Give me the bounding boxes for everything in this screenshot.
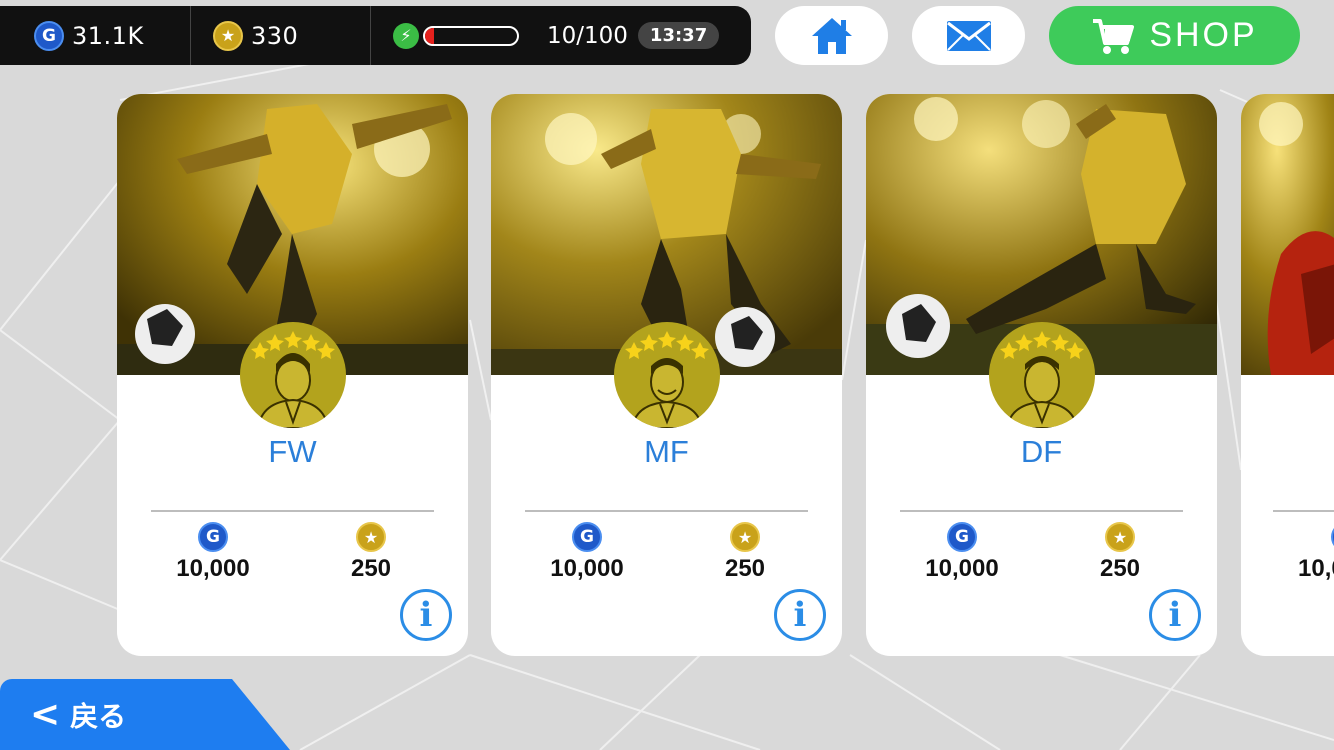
position-label: DF [1020, 434, 1063, 469]
coin-price: ★ 250 [1050, 522, 1190, 583]
gp-price: G 10,0 [1281, 522, 1334, 583]
coin-price-value: 250 [1099, 555, 1141, 582]
coin-price: ★ 250 [301, 522, 441, 583]
manager-avatar [988, 322, 1095, 428]
energy-bar-fill [425, 27, 435, 44]
gold-coin-icon: ★ [356, 522, 386, 552]
scout-card-fw[interactable]: FW G 10,000 ★ 250 i [117, 94, 468, 656]
gp-price: G 10,000 [892, 522, 1032, 583]
energy-timer: 13:37 [637, 22, 720, 49]
cart-icon [1093, 18, 1135, 54]
info-button[interactable]: i [400, 589, 452, 641]
player-photo [1241, 94, 1334, 375]
scout-card-partial[interactable]: G 10,0 [1241, 94, 1334, 656]
gp-coin-icon: G [198, 522, 228, 552]
coin-price: ★ 250 [675, 522, 815, 583]
coin-balance: ★ 330 [191, 6, 371, 65]
energy-meter: ⚡ 10/100 13:37 [371, 6, 751, 65]
position-label: MF [644, 434, 689, 469]
lightning-icon: ⚡ [393, 22, 419, 49]
home-button[interactable] [775, 6, 888, 65]
energy-bar [423, 25, 519, 46]
mail-icon [946, 20, 991, 51]
mail-button[interactable] [912, 6, 1025, 65]
divider [1273, 510, 1334, 512]
gp-coin-icon: G [947, 522, 977, 552]
divider [900, 510, 1183, 512]
coin-balance-value: 330 [251, 21, 299, 50]
back-label: 戻る [70, 699, 127, 733]
coin-price-value: 250 [350, 555, 392, 582]
gp-price-value: 10,000 [925, 555, 999, 582]
manager-avatar [613, 322, 720, 428]
gp-price-value: 10,000 [550, 555, 624, 582]
status-bar: G 31.1K ★ 330 ⚡ 10/100 13:37 [0, 6, 751, 65]
home-icon [811, 17, 852, 54]
position-label: FW [268, 434, 317, 469]
gp-coin-icon: G [34, 20, 64, 51]
gp-balance: G 31.1K [0, 6, 191, 65]
gp-price-value: 10,0 [1298, 555, 1334, 582]
gp-price: G 10,000 [517, 522, 657, 583]
chevron-left-icon: < [30, 694, 61, 735]
gp-price-value: 10,000 [176, 555, 250, 582]
manager-avatar [239, 322, 346, 428]
coin-price-value: 250 [724, 555, 766, 582]
gold-coin-icon: ★ [1105, 522, 1135, 552]
shop-label: SHOP [1149, 16, 1258, 54]
divider [151, 510, 434, 512]
shop-button[interactable]: SHOP [1049, 6, 1300, 65]
scout-card-df[interactable]: DF G 10,000 ★ 250 i [866, 94, 1217, 656]
gp-price: G 10,000 [143, 522, 283, 583]
energy-count: 10/100 [547, 22, 628, 49]
divider [525, 510, 808, 512]
gp-balance-value: 31.1K [72, 21, 144, 50]
gold-coin-icon: ★ [730, 522, 760, 552]
gold-coin-icon: ★ [213, 20, 243, 51]
gp-coin-icon: G [572, 522, 602, 552]
info-button[interactable]: i [1149, 589, 1201, 641]
scout-card-mf[interactable]: MF G 10,000 ★ 250 i [491, 94, 842, 656]
info-button[interactable]: i [774, 589, 826, 641]
